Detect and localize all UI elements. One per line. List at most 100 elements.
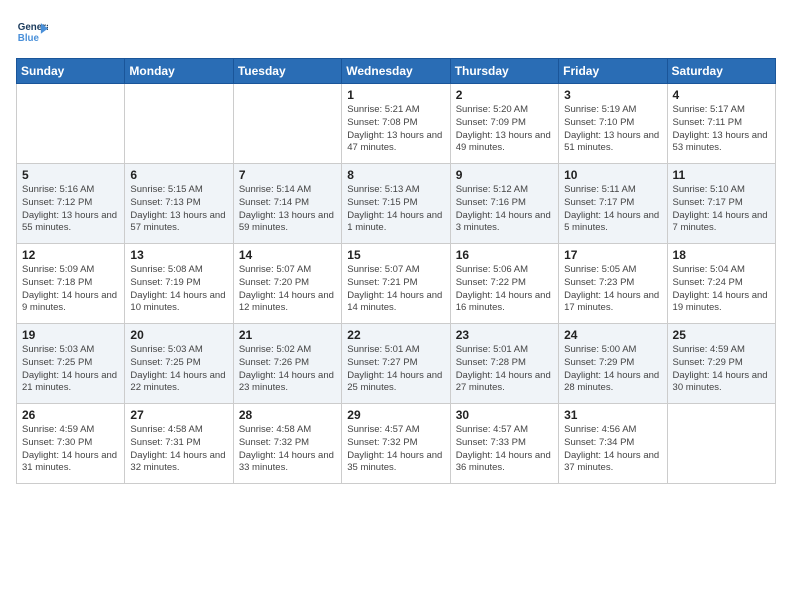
day-info: Sunrise: 5:01 AM Sunset: 7:27 PM Dayligh… xyxy=(347,344,444,395)
day-number: 31 xyxy=(564,408,661,422)
day-info: Sunrise: 5:21 AM Sunset: 7:08 PM Dayligh… xyxy=(347,104,444,155)
day-number: 19 xyxy=(22,328,119,342)
calendar-day-cell: 9 Sunrise: 5:12 AM Sunset: 7:16 PM Daylig… xyxy=(450,164,558,244)
day-info: Sunrise: 4:58 AM Sunset: 7:32 PM Dayligh… xyxy=(239,424,336,475)
calendar-day-cell: 8 Sunrise: 5:13 AM Sunset: 7:15 PM Daylig… xyxy=(342,164,450,244)
day-number: 27 xyxy=(130,408,227,422)
calendar-day-cell: 22 Sunrise: 5:01 AM Sunset: 7:27 PM Dayli… xyxy=(342,324,450,404)
calendar-day-cell: 28 Sunrise: 4:58 AM Sunset: 7:32 PM Dayli… xyxy=(233,404,341,484)
day-info: Sunrise: 4:56 AM Sunset: 7:34 PM Dayligh… xyxy=(564,424,661,475)
day-number: 25 xyxy=(673,328,770,342)
day-info: Sunrise: 5:19 AM Sunset: 7:10 PM Dayligh… xyxy=(564,104,661,155)
day-number: 4 xyxy=(673,88,770,102)
day-number: 30 xyxy=(456,408,553,422)
day-info: Sunrise: 5:20 AM Sunset: 7:09 PM Dayligh… xyxy=(456,104,553,155)
calendar-day-cell: 5 Sunrise: 5:16 AM Sunset: 7:12 PM Daylig… xyxy=(17,164,125,244)
calendar-day-cell xyxy=(233,84,341,164)
day-info: Sunrise: 5:12 AM Sunset: 7:16 PM Dayligh… xyxy=(456,184,553,235)
day-info: Sunrise: 5:15 AM Sunset: 7:13 PM Dayligh… xyxy=(130,184,227,235)
day-number: 18 xyxy=(673,248,770,262)
day-number: 8 xyxy=(347,168,444,182)
day-info: Sunrise: 5:14 AM Sunset: 7:14 PM Dayligh… xyxy=(239,184,336,235)
calendar-day-cell: 23 Sunrise: 5:01 AM Sunset: 7:28 PM Dayli… xyxy=(450,324,558,404)
day-info: Sunrise: 5:09 AM Sunset: 7:18 PM Dayligh… xyxy=(22,264,119,315)
day-info: Sunrise: 5:06 AM Sunset: 7:22 PM Dayligh… xyxy=(456,264,553,315)
calendar-day-cell: 2 Sunrise: 5:20 AM Sunset: 7:09 PM Daylig… xyxy=(450,84,558,164)
calendar-day-cell: 13Sunrise: 5:08 AM Sunset: 7:19 PM Dayli… xyxy=(125,244,233,324)
weekday-header: Friday xyxy=(559,59,667,84)
weekday-header: Tuesday xyxy=(233,59,341,84)
day-number: 23 xyxy=(456,328,553,342)
day-info: Sunrise: 5:07 AM Sunset: 7:21 PM Dayligh… xyxy=(347,264,444,315)
day-info: Sunrise: 4:57 AM Sunset: 7:32 PM Dayligh… xyxy=(347,424,444,475)
calendar-day-cell: 3Sunrise: 5:19 AM Sunset: 7:10 PM Daylig… xyxy=(559,84,667,164)
day-number: 20 xyxy=(130,328,227,342)
calendar-day-cell xyxy=(17,84,125,164)
day-info: Sunrise: 5:16 AM Sunset: 7:12 PM Dayligh… xyxy=(22,184,119,235)
weekday-header: Thursday xyxy=(450,59,558,84)
day-number: 21 xyxy=(239,328,336,342)
day-number: 11 xyxy=(673,168,770,182)
day-number: 29 xyxy=(347,408,444,422)
weekday-header: Wednesday xyxy=(342,59,450,84)
day-info: Sunrise: 5:07 AM Sunset: 7:20 PM Dayligh… xyxy=(239,264,336,315)
day-number: 12 xyxy=(22,248,119,262)
calendar-week-row: 12 Sunrise: 5:09 AM Sunset: 7:18 PM Dayli… xyxy=(17,244,776,324)
calendar-day-cell: 11 Sunrise: 5:10 AM Sunset: 7:17 PM Dayli… xyxy=(667,164,775,244)
calendar-day-cell: 31 Sunrise: 4:56 AM Sunset: 7:34 PM Dayli… xyxy=(559,404,667,484)
day-info: Sunrise: 5:10 AM Sunset: 7:17 PM Dayligh… xyxy=(673,184,770,235)
day-number: 1 xyxy=(347,88,444,102)
day-number: 26 xyxy=(22,408,119,422)
calendar-table: SundayMondayTuesdayWednesdayThursdayFrid… xyxy=(16,58,776,484)
calendar-day-cell: 29 Sunrise: 4:57 AM Sunset: 7:32 PM Dayli… xyxy=(342,404,450,484)
header: General Blue xyxy=(16,16,776,48)
calendar-day-cell: 19Sunrise: 5:03 AM Sunset: 7:25 PM Dayli… xyxy=(17,324,125,404)
day-info: Sunrise: 5:13 AM Sunset: 7:15 PM Dayligh… xyxy=(347,184,444,235)
calendar-day-cell: 20 Sunrise: 5:03 AM Sunset: 7:25 PM Dayli… xyxy=(125,324,233,404)
day-number: 5 xyxy=(22,168,119,182)
calendar-day-cell: 18 Sunrise: 5:04 AM Sunset: 7:24 PM Dayli… xyxy=(667,244,775,324)
day-info: Sunrise: 4:58 AM Sunset: 7:31 PM Dayligh… xyxy=(130,424,227,475)
calendar-day-cell: 15Sunrise: 5:07 AM Sunset: 7:21 PM Dayli… xyxy=(342,244,450,324)
day-info: Sunrise: 5:17 AM Sunset: 7:11 PM Dayligh… xyxy=(673,104,770,155)
calendar-day-cell xyxy=(667,404,775,484)
weekday-header: Sunday xyxy=(17,59,125,84)
day-info: Sunrise: 4:59 AM Sunset: 7:29 PM Dayligh… xyxy=(673,344,770,395)
calendar-week-row: 19 Sunrise: 5:03 AM Sunset: 7:25 PM Dayli… xyxy=(17,324,776,404)
day-number: 9 xyxy=(456,168,553,182)
day-number: 13 xyxy=(130,248,227,262)
calendar-day-cell: 6 Sunrise: 5:15 AM Sunset: 7:13 PM Daylig… xyxy=(125,164,233,244)
calendar-day-cell: 26Sunrise: 4:59 AM Sunset: 7:30 PM Dayli… xyxy=(17,404,125,484)
calendar-day-cell: 27 Sunrise: 4:58 AM Sunset: 7:31 PM Dayli… xyxy=(125,404,233,484)
calendar-day-cell: 4 Sunrise: 5:17 AM Sunset: 7:11 PM Daylig… xyxy=(667,84,775,164)
calendar-week-row: 5 Sunrise: 5:16 AM Sunset: 7:12 PM Daylig… xyxy=(17,164,776,244)
svg-text:Blue: Blue xyxy=(18,33,40,44)
day-number: 17 xyxy=(564,248,661,262)
day-info: Sunrise: 4:57 AM Sunset: 7:33 PM Dayligh… xyxy=(456,424,553,475)
day-info: Sunrise: 5:04 AM Sunset: 7:24 PM Dayligh… xyxy=(673,264,770,315)
day-number: 2 xyxy=(456,88,553,102)
day-info: Sunrise: 5:05 AM Sunset: 7:23 PM Dayligh… xyxy=(564,264,661,315)
day-number: 22 xyxy=(347,328,444,342)
calendar-day-cell: 16 Sunrise: 5:06 AM Sunset: 7:22 PM Dayli… xyxy=(450,244,558,324)
day-info: Sunrise: 5:02 AM Sunset: 7:26 PM Dayligh… xyxy=(239,344,336,395)
day-info: Sunrise: 5:11 AM Sunset: 7:17 PM Dayligh… xyxy=(564,184,661,235)
calendar-day-cell: 10 Sunrise: 5:11 AM Sunset: 7:17 PM Dayli… xyxy=(559,164,667,244)
day-info: Sunrise: 5:03 AM Sunset: 7:25 PM Dayligh… xyxy=(130,344,227,395)
calendar-header-row: SundayMondayTuesdayWednesdayThursdayFrid… xyxy=(17,59,776,84)
day-number: 10 xyxy=(564,168,661,182)
weekday-header: Monday xyxy=(125,59,233,84)
calendar-day-cell: 30 Sunrise: 4:57 AM Sunset: 7:33 PM Dayli… xyxy=(450,404,558,484)
logo: General Blue xyxy=(16,16,54,48)
day-number: 24 xyxy=(564,328,661,342)
page: General Blue SundayMondayTuesdayWednesda… xyxy=(0,0,792,494)
day-number: 16 xyxy=(456,248,553,262)
day-number: 6 xyxy=(130,168,227,182)
calendar-day-cell: 25 Sunrise: 4:59 AM Sunset: 7:29 PM Dayli… xyxy=(667,324,775,404)
logo-icon: General Blue xyxy=(16,16,48,48)
day-number: 14 xyxy=(239,248,336,262)
day-number: 28 xyxy=(239,408,336,422)
weekday-header: Saturday xyxy=(667,59,775,84)
day-info: Sunrise: 5:01 AM Sunset: 7:28 PM Dayligh… xyxy=(456,344,553,395)
day-info: Sunrise: 5:00 AM Sunset: 7:29 PM Dayligh… xyxy=(564,344,661,395)
